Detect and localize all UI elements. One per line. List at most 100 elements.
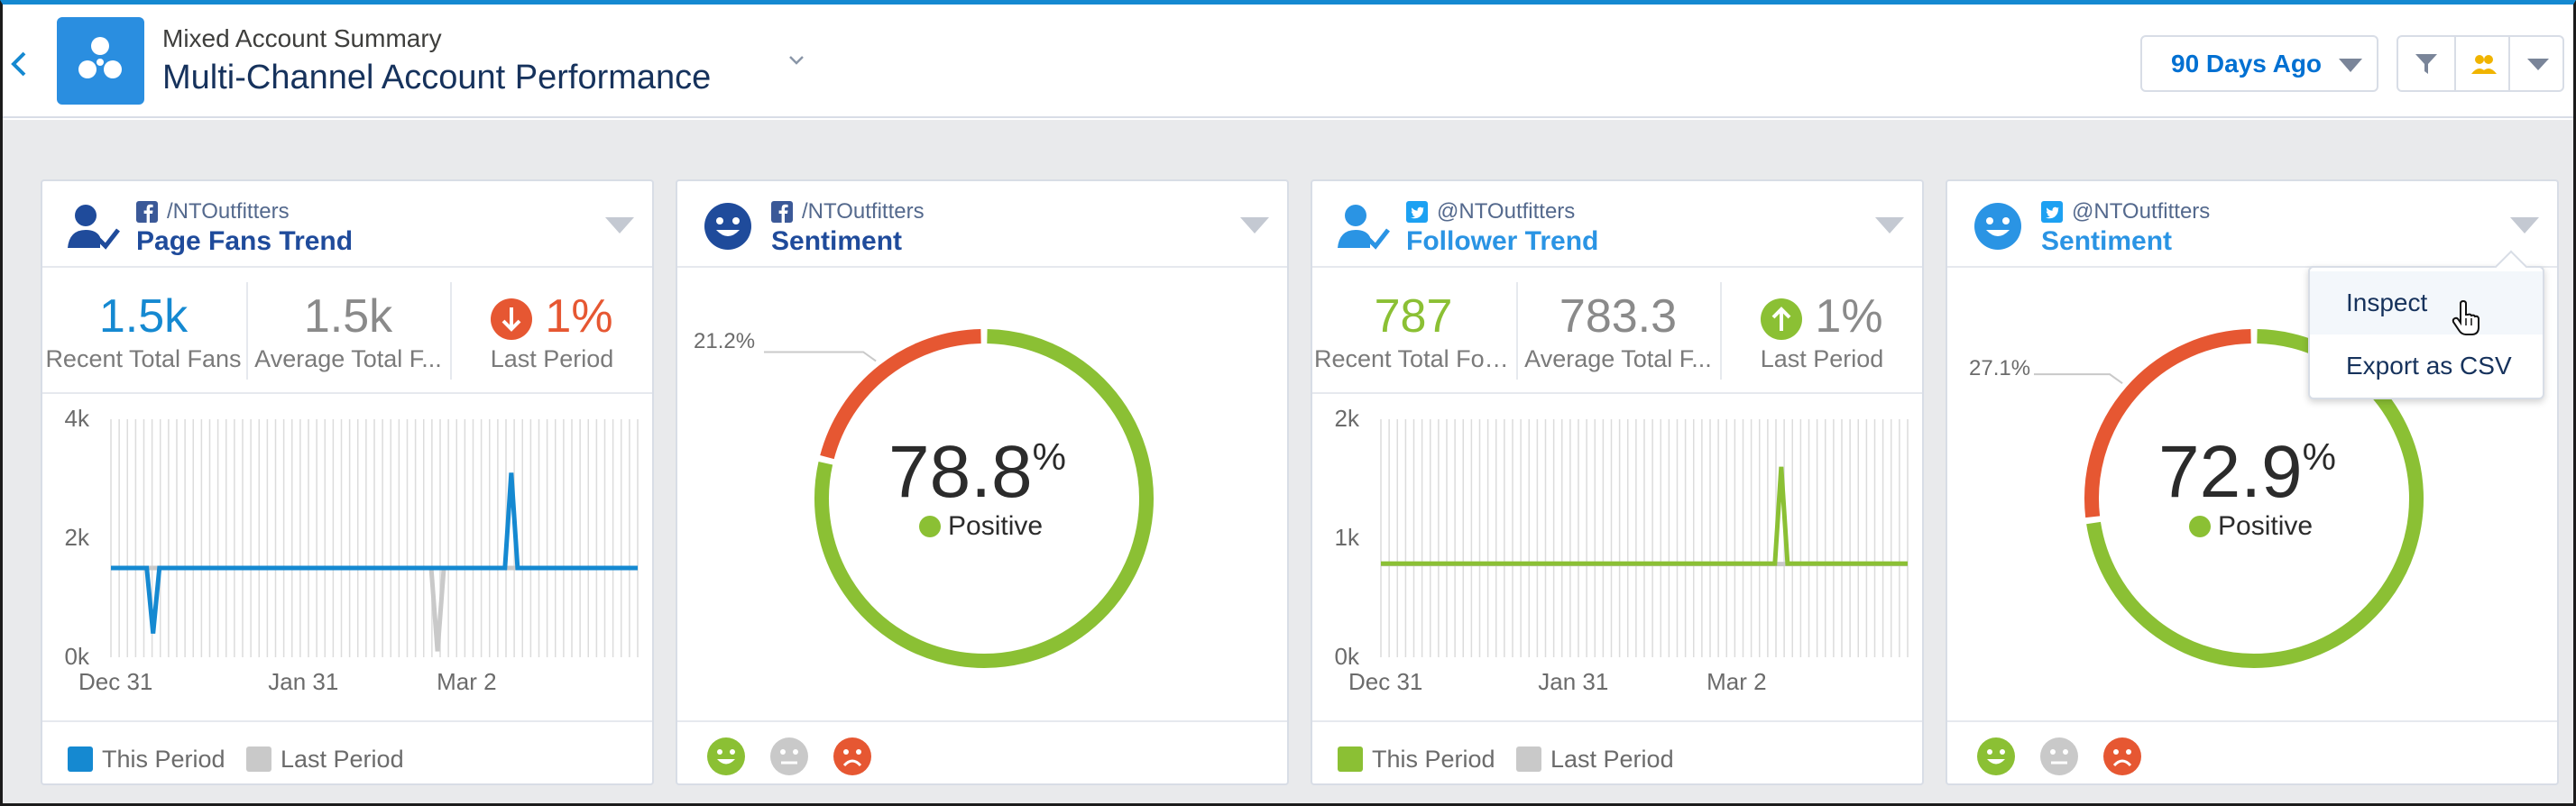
negative-pct-label: 27.1%	[1969, 356, 2031, 380]
neutral-face-icon[interactable]	[2039, 737, 2079, 776]
period-label: 90 Days Ago	[2171, 50, 2323, 78]
percent-sign: %	[2302, 435, 2336, 478]
positive-label: Positive	[919, 511, 1043, 542]
card-header: @NTOutfitters Sentiment	[1947, 181, 2557, 268]
toolbar-button-group	[2397, 35, 2564, 92]
sentiment-donut: 21.2% 78.8% Positive	[677, 270, 1287, 720]
metric-value: 787	[1374, 290, 1453, 343]
period-select-button[interactable]: 90 Days Ago	[2140, 35, 2378, 92]
caret-down-icon[interactable]	[1240, 217, 1269, 235]
negative-face-icon[interactable]	[833, 737, 872, 776]
menu-item-export-csv[interactable]: Export as CSV	[2310, 334, 2543, 398]
smiley-icon	[919, 516, 941, 537]
metric-label: Last Period	[490, 345, 614, 372]
metric-recent-total: 1.5k Recent Total Fans	[42, 270, 244, 394]
metric-average-total: 783.3 Average Total F...	[1516, 282, 1718, 380]
dashboard-header: Mixed Account Summary Multi-Channel Acco…	[3, 5, 2573, 118]
trend-chart-svg: 2k 1k 0kDec 31 Jan 31 Mar 2	[1335, 405, 1909, 695]
positive-pct-number: 72.9	[2158, 431, 2303, 513]
legend-this-period[interactable]: This Period	[1338, 746, 1495, 774]
card-sentiment-facebook: /NTOutfitters Sentiment 21.2% 78.8% Posi…	[676, 179, 1289, 785]
group-button[interactable]	[2454, 37, 2510, 90]
arrow-up-icon	[1761, 298, 1803, 341]
back-chevron-icon[interactable]	[8, 48, 30, 80]
twitter-icon	[1406, 201, 1428, 223]
y-tick-label: 4k	[65, 405, 90, 432]
sentiment-filter-row	[1947, 720, 2557, 783]
card-title: Sentiment	[2041, 226, 2173, 256]
metrics-row: 1.5k Recent Total Fans 1.5k Average Tota…	[42, 270, 652, 394]
menu-item-inspect[interactable]: Inspect	[2310, 271, 2543, 334]
legend-last-period[interactable]: Last Period	[1516, 746, 1674, 774]
negative-face-icon[interactable]	[2102, 737, 2142, 776]
metric-value: 1.5k	[303, 290, 393, 343]
card-follower-trend: @NTOutfitters Follower Trend 787 Recent …	[1311, 179, 1924, 785]
caret-down-icon[interactable]	[1875, 217, 1904, 235]
x-tick-label: Dec 31	[78, 668, 152, 695]
account-handle: @NTOutfitters	[2072, 199, 2211, 224]
metric-value: 1%	[545, 290, 613, 343]
negative-pct-label: 21.2%	[694, 329, 756, 353]
metric-label: Recent Total Fans	[45, 345, 242, 372]
chevron-down-icon[interactable]	[786, 50, 807, 71]
metric-recent-total: 787 Recent Total Foll...	[1312, 270, 1514, 394]
metric-value: 1%	[1815, 290, 1883, 343]
card-header: @NTOutfitters Follower Trend	[1312, 181, 1922, 268]
metrics-row: 787 Recent Total Foll... 783.3 Average T…	[1312, 270, 1922, 394]
metric-value: 783.3	[1559, 290, 1678, 343]
chart-legend: This Period Last Period	[42, 720, 652, 783]
user-check-icon	[68, 205, 120, 250]
legend-swatch	[246, 746, 271, 772]
metric-value: 1.5k	[98, 290, 189, 343]
account-handle: /NTOutfitters	[802, 199, 925, 224]
metric-label: Last Period	[1760, 345, 1884, 372]
metric-last-period: 1% Last Period	[1720, 282, 1922, 380]
positive-face-icon[interactable]	[1976, 737, 2016, 776]
y-tick-label: 2k	[65, 524, 90, 551]
x-tick-label: Jan 31	[268, 668, 338, 695]
legend-label: This Period	[1372, 746, 1495, 773]
legend-swatch	[1516, 746, 1541, 772]
legend-label: Last Period	[1550, 746, 1674, 773]
card-actions-menu: Inspect Export as CSV	[2308, 266, 2544, 399]
y-tick-label: 1k	[1335, 524, 1360, 551]
legend-last-period[interactable]: Last Period	[246, 746, 404, 774]
facebook-icon	[771, 201, 793, 223]
card-title: Sentiment	[771, 226, 903, 256]
caret-down-icon[interactable]	[605, 217, 634, 235]
y-tick-label: 2k	[1335, 405, 1360, 432]
positive-pct-number: 78.8	[888, 431, 1033, 513]
positive-face-icon[interactable]	[706, 737, 746, 776]
sentiment-filter-row	[677, 720, 1287, 783]
metric-change: 1%	[1722, 289, 1922, 343]
caret-down-icon[interactable]	[2510, 217, 2539, 235]
legend-this-period[interactable]: This Period	[68, 746, 225, 774]
neutral-face-icon[interactable]	[769, 737, 809, 776]
positive-label: Positive	[2189, 511, 2313, 542]
filter-button[interactable]	[2398, 37, 2454, 90]
metric-label: Average Total F...	[254, 345, 442, 372]
metric-last-period: 1% Last Period	[450, 282, 652, 380]
legend-label: This Period	[102, 746, 225, 773]
metric-change: 1%	[452, 289, 652, 343]
app-frame: Mixed Account Summary Multi-Channel Acco…	[0, 0, 2576, 806]
smiley-icon	[704, 203, 751, 250]
trend-chart-svg: 4k 2k 0kDec 31 Jan 31 Mar 2	[65, 405, 639, 695]
percent-sign: %	[1032, 435, 1066, 478]
x-tick-label: Mar 2	[437, 668, 496, 695]
page-subtitle: Mixed Account Summary	[162, 24, 442, 52]
account-handle: @NTOutfitters	[1437, 199, 1576, 224]
caret-down-icon	[2527, 59, 2549, 70]
chart-legend: This Period Last Period	[1312, 720, 1922, 783]
legend-swatch	[1338, 746, 1363, 772]
card-title: Page Fans Trend	[136, 226, 354, 256]
positive-label-text: Positive	[948, 511, 1044, 541]
smiley-icon	[1974, 203, 2021, 250]
page-title: Multi-Channel Account Performance	[162, 59, 712, 96]
caret-down-icon	[2339, 59, 2362, 78]
positive-label-text: Positive	[2218, 511, 2314, 541]
trend-chart: 4k 2k 0k Dec 31 Jan 31 Mar 2	[42, 396, 652, 695]
group-icon	[2471, 55, 2497, 74]
more-actions-button[interactable]	[2510, 37, 2566, 90]
legend-label: Last Period	[281, 746, 404, 773]
